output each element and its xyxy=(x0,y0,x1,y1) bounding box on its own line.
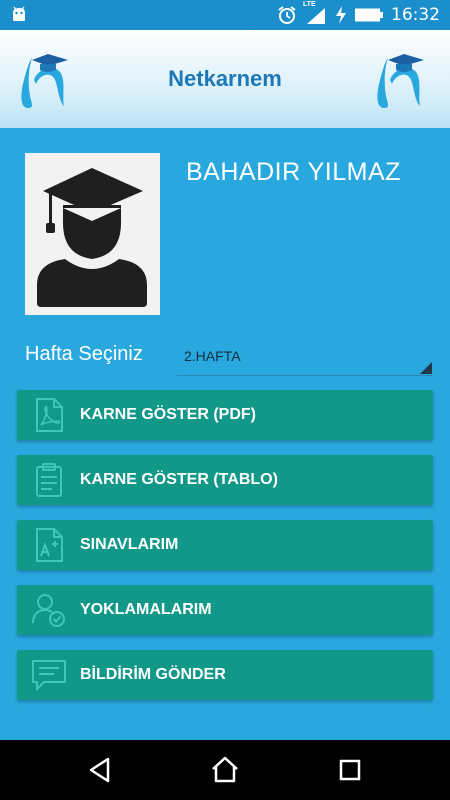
week-dropdown[interactable]: 2.HAFTA xyxy=(177,340,433,376)
back-icon[interactable] xyxy=(84,754,116,786)
week-label: Hafta Seçiniz xyxy=(25,343,143,365)
send-notification-button[interactable]: BİLDİRİM GÖNDER xyxy=(17,650,433,700)
battery-icon xyxy=(355,8,383,22)
clock: 16:32 xyxy=(391,5,440,25)
charging-icon xyxy=(336,6,346,24)
recent-apps-icon[interactable] xyxy=(334,754,366,786)
my-attendance-button[interactable]: YOKLAMALARIM xyxy=(17,585,433,635)
week-dropdown-value: 2.HAFTA xyxy=(184,348,241,364)
show-report-table-button[interactable]: KARNE GÖSTER (TABLO) xyxy=(17,455,433,505)
attendance-icon xyxy=(32,594,65,627)
menu-label: KARNE GÖSTER (TABLO) xyxy=(80,471,278,488)
home-icon[interactable] xyxy=(209,754,241,786)
menu-label: YOKLAMALARIM xyxy=(80,601,212,618)
status-bar: LTE 16:32 xyxy=(0,0,450,30)
alarm-icon xyxy=(278,6,296,24)
exam-grade-icon xyxy=(36,528,63,562)
menu-label: BİLDİRİM GÖNDER xyxy=(80,666,226,683)
user-name: BAHADIR YILMAZ xyxy=(186,158,401,186)
menu-label: SINAVLARIM xyxy=(80,536,179,553)
show-report-pdf-button[interactable]: KARNE GÖSTER (PDF) xyxy=(17,390,433,440)
app-logo-icon xyxy=(377,54,424,108)
graduate-avatar-icon xyxy=(37,168,147,307)
app-header: Netkarnem xyxy=(0,30,450,128)
navigation-bar xyxy=(0,740,450,800)
dropdown-arrow-icon xyxy=(420,362,432,374)
menu-label: KARNE GÖSTER (PDF) xyxy=(80,406,256,423)
android-icon xyxy=(13,6,25,21)
my-exams-button[interactable]: SINAVLARIM xyxy=(17,520,433,570)
avatar xyxy=(25,153,160,315)
pdf-icon xyxy=(36,398,63,432)
message-icon xyxy=(32,660,66,690)
clipboard-icon xyxy=(36,463,62,497)
signal-icon: LTE xyxy=(303,1,327,25)
